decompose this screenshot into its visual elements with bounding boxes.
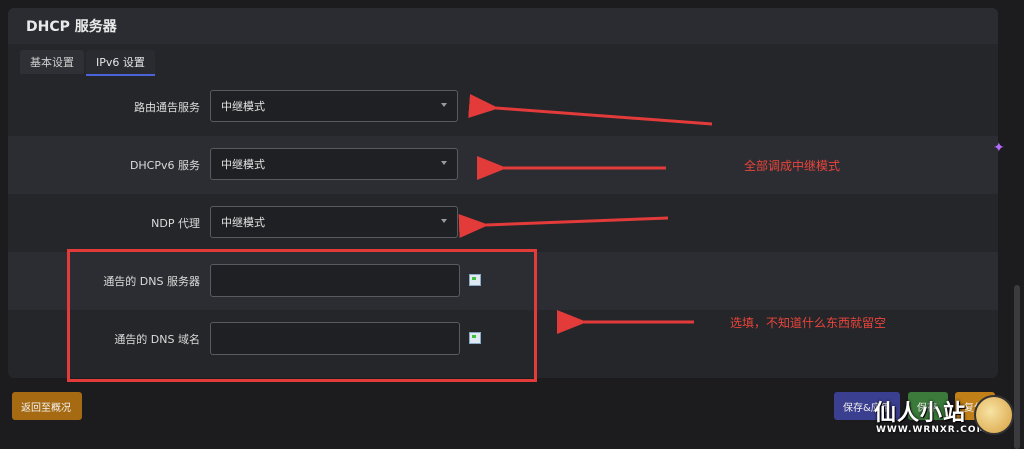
annotation-note-relay: 全部调成中继模式: [744, 159, 841, 173]
dhcpv6-service-select[interactable]: 中继模式: [210, 148, 458, 180]
ra-service-label: 路由通告服务: [134, 101, 200, 114]
ndp-proxy-row: NDP 代理 中继模式: [8, 194, 998, 252]
dns-server-label: 通告的 DNS 服务器: [103, 275, 200, 288]
dhcpv6-service-row: DHCPv6 服务 中继模式: [8, 136, 998, 194]
save-apply-button[interactable]: 保存&应用: [834, 392, 900, 420]
ra-service-value: 中继模式: [221, 100, 265, 113]
tab-ipv6-settings[interactable]: IPv6 设置: [86, 50, 155, 76]
ra-service-row: 路由通告服务 中继模式: [8, 78, 998, 136]
add-entry-icon[interactable]: [469, 274, 481, 286]
dns-domain-label: 通告的 DNS 域名: [114, 333, 200, 346]
dns-domain-input[interactable]: [210, 322, 460, 355]
back-to-overview-button[interactable]: 返回至概况: [12, 392, 82, 420]
chevron-down-icon: [441, 103, 447, 107]
dhcpv6-service-value: 中继模式: [221, 158, 265, 171]
ndp-proxy-select[interactable]: 中继模式: [210, 206, 458, 238]
chevron-down-icon: [441, 219, 447, 223]
ra-service-select[interactable]: 中继模式: [210, 90, 458, 122]
save-button[interactable]: 保存: [908, 392, 948, 420]
ndp-proxy-value: 中继模式: [221, 216, 265, 229]
page-scrollbar[interactable]: [1014, 285, 1020, 449]
ndp-proxy-label: NDP 代理: [151, 217, 200, 230]
reset-button[interactable]: 复位: [955, 392, 995, 420]
tab-bar: 基本设置 IPv6 设置: [20, 50, 155, 76]
dns-server-row: 通告的 DNS 服务器: [8, 252, 998, 310]
dns-server-input[interactable]: [210, 264, 460, 297]
panel-title: DHCP 服务器: [8, 8, 998, 44]
chevron-down-icon: [441, 161, 447, 165]
annotation-note-optional: 选填，不知道什么东西就留空: [730, 316, 887, 330]
add-entry-icon[interactable]: [469, 332, 481, 344]
tab-basic-settings[interactable]: 基本设置: [20, 50, 84, 74]
dhcpv6-service-label: DHCPv6 服务: [129, 159, 200, 172]
watermark-url: WWW.WRNXR.COM: [876, 425, 987, 435]
sparkle-icon[interactable]: ✦: [993, 140, 1005, 156]
